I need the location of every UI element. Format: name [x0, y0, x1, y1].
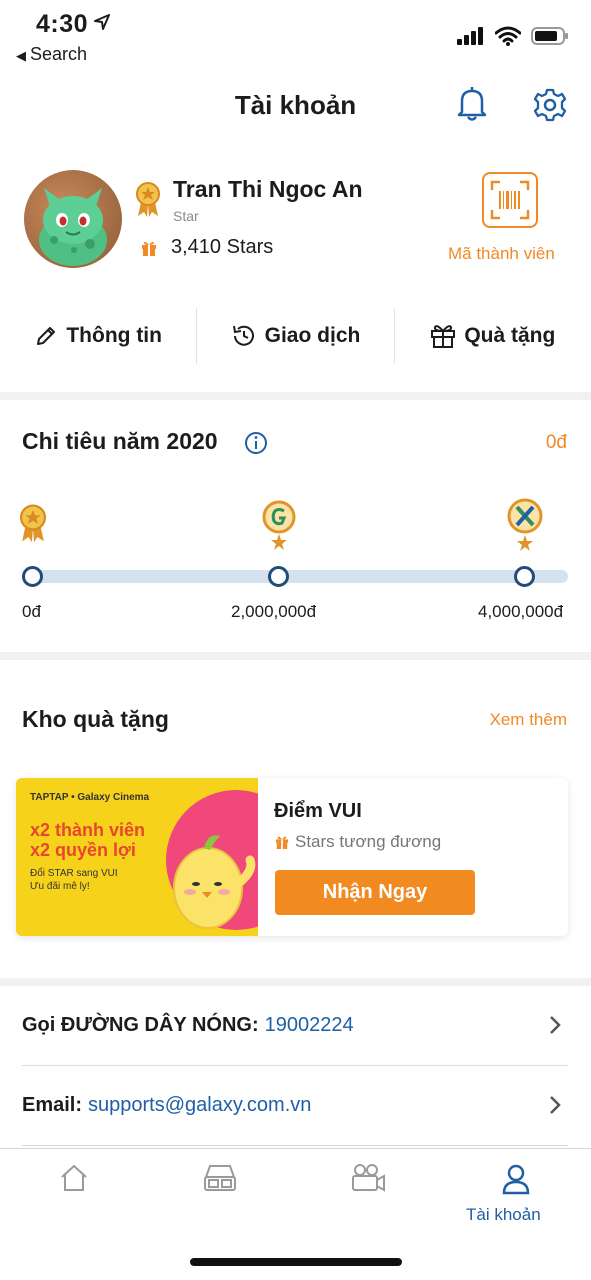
tier-label: 4,000,000đ — [478, 602, 564, 621]
member-code-label[interactable]: Mã thành viên — [448, 244, 555, 264]
tab-info[interactable]: Thông tin — [0, 308, 198, 364]
section-divider — [0, 392, 591, 400]
location-arrow-icon — [94, 14, 110, 30]
mascot-image — [173, 835, 256, 929]
battery-icon — [531, 27, 568, 45]
tier-progress: 0đ 2,000,000đ 4,000,000đ — [0, 498, 591, 628]
avatar-character-image — [39, 188, 107, 266]
nav-home[interactable] — [34, 1163, 114, 1198]
app-header: Tài khoản — [0, 72, 591, 138]
section-divider — [0, 978, 591, 986]
pencil-icon — [37, 327, 56, 345]
gear-icon[interactable] — [533, 88, 567, 122]
g-medal-icon — [262, 500, 296, 550]
nav-account[interactable] — [476, 1163, 556, 1200]
status-time: 4:30 — [36, 10, 89, 38]
back-to-search-link[interactable]: ◀ Search — [16, 44, 87, 65]
tab-transactions[interactable]: Giao dịch — [197, 308, 395, 364]
barcode-icon — [490, 180, 530, 220]
star-medal-icon — [136, 182, 160, 217]
banner-headline: x2 quyền lợi — [30, 840, 136, 860]
tab-gifts[interactable]: Quà tặng — [395, 308, 591, 364]
nav-account-label[interactable]: Tài khoản — [466, 1205, 541, 1225]
see-more-link[interactable]: Xem thêm — [490, 710, 567, 730]
gift-name: Điểm VUI — [274, 800, 362, 822]
nav-camera[interactable] — [328, 1163, 408, 1198]
back-triangle-icon: ◀ — [16, 48, 26, 63]
banner-text: Đổi STAR sang VUI — [30, 868, 118, 879]
nav-cinema[interactable] — [180, 1163, 260, 1198]
status-bar: 4:30 ◀ Search — [0, 0, 591, 72]
gifts-title: Kho quà tặng — [22, 706, 169, 732]
tier-dot — [22, 566, 43, 587]
gift-icon — [142, 241, 156, 256]
banner-brand: TAPTAP • Galaxy Cinema — [30, 792, 150, 803]
banner-headline: x2 thành viên — [30, 820, 146, 840]
email-address[interactable]: supports@galaxy.com.vn — [88, 1094, 311, 1117]
camera-icon — [352, 1164, 385, 1192]
chevron-right-icon — [550, 1096, 561, 1114]
home-icon — [61, 1164, 87, 1191]
avatar[interactable] — [24, 170, 122, 268]
status-icons — [457, 26, 569, 46]
star-medal-icon — [20, 504, 46, 543]
gift-card[interactable]: TAPTAP • Galaxy Cinema x2 thành viên x2 … — [16, 778, 568, 936]
hotline-number[interactable]: 19002224 — [265, 1014, 354, 1037]
cinema-glasses-icon — [204, 1165, 236, 1191]
gift-subtitle: Stars tương đương — [295, 832, 442, 851]
history-icon — [232, 325, 254, 346]
tab-gifts-label: Quà tặng — [464, 324, 556, 347]
stars-balance: 3,410 Stars — [171, 236, 274, 258]
account-tabs: Thông tin Giao dịch Quà tặng — [0, 308, 591, 364]
gift-icon — [431, 325, 456, 348]
x-medal-icon — [507, 498, 543, 551]
profile-section: Tran Thi Ngoc An Star 3,410 Stars Mã thà… — [0, 160, 591, 290]
spending-value: 0đ — [545, 432, 567, 453]
hotline-label: Gọi ĐƯỜNG DÂY NÓNG: — [22, 1014, 259, 1036]
email-label: Email: — [22, 1094, 83, 1116]
signal-icon — [457, 27, 483, 45]
hotline-row[interactable]: Gọi ĐƯỜNG DÂY NÓNG: 19002224 — [22, 986, 568, 1066]
section-divider — [0, 652, 591, 660]
claim-button[interactable]: Nhận Ngay — [275, 870, 475, 915]
tier-dot — [514, 566, 535, 587]
tier-dot — [268, 566, 289, 587]
email-row[interactable]: Email: supports@galaxy.com.vn — [22, 1066, 568, 1146]
user-name: Tran Thi Ngoc An — [173, 176, 363, 202]
tier-label: 0đ — [22, 602, 41, 621]
user-icon — [502, 1164, 530, 1195]
wifi-icon — [495, 26, 521, 46]
progress-track — [22, 570, 568, 583]
home-indicator — [190, 1258, 402, 1266]
gift-banner: TAPTAP • Galaxy Cinema x2 thành viên x2 … — [16, 778, 258, 936]
bell-icon[interactable] — [456, 86, 488, 122]
back-search-label: Search — [30, 44, 88, 64]
banner-text: Ưu đãi mê ly! — [30, 881, 90, 892]
chevron-right-icon — [550, 1016, 561, 1034]
page-title: Tài khoản — [234, 90, 357, 120]
tab-transactions-label: Giao dịch — [264, 324, 361, 347]
spending-title: Chi tiêu năm 2020 — [22, 428, 218, 454]
user-tier: Star — [173, 208, 199, 224]
tier-label: 2,000,000đ — [231, 602, 317, 621]
gift-icon — [275, 836, 289, 849]
member-code-button[interactable] — [482, 172, 538, 228]
info-icon[interactable] — [244, 431, 268, 455]
tab-info-label: Thông tin — [66, 324, 162, 347]
